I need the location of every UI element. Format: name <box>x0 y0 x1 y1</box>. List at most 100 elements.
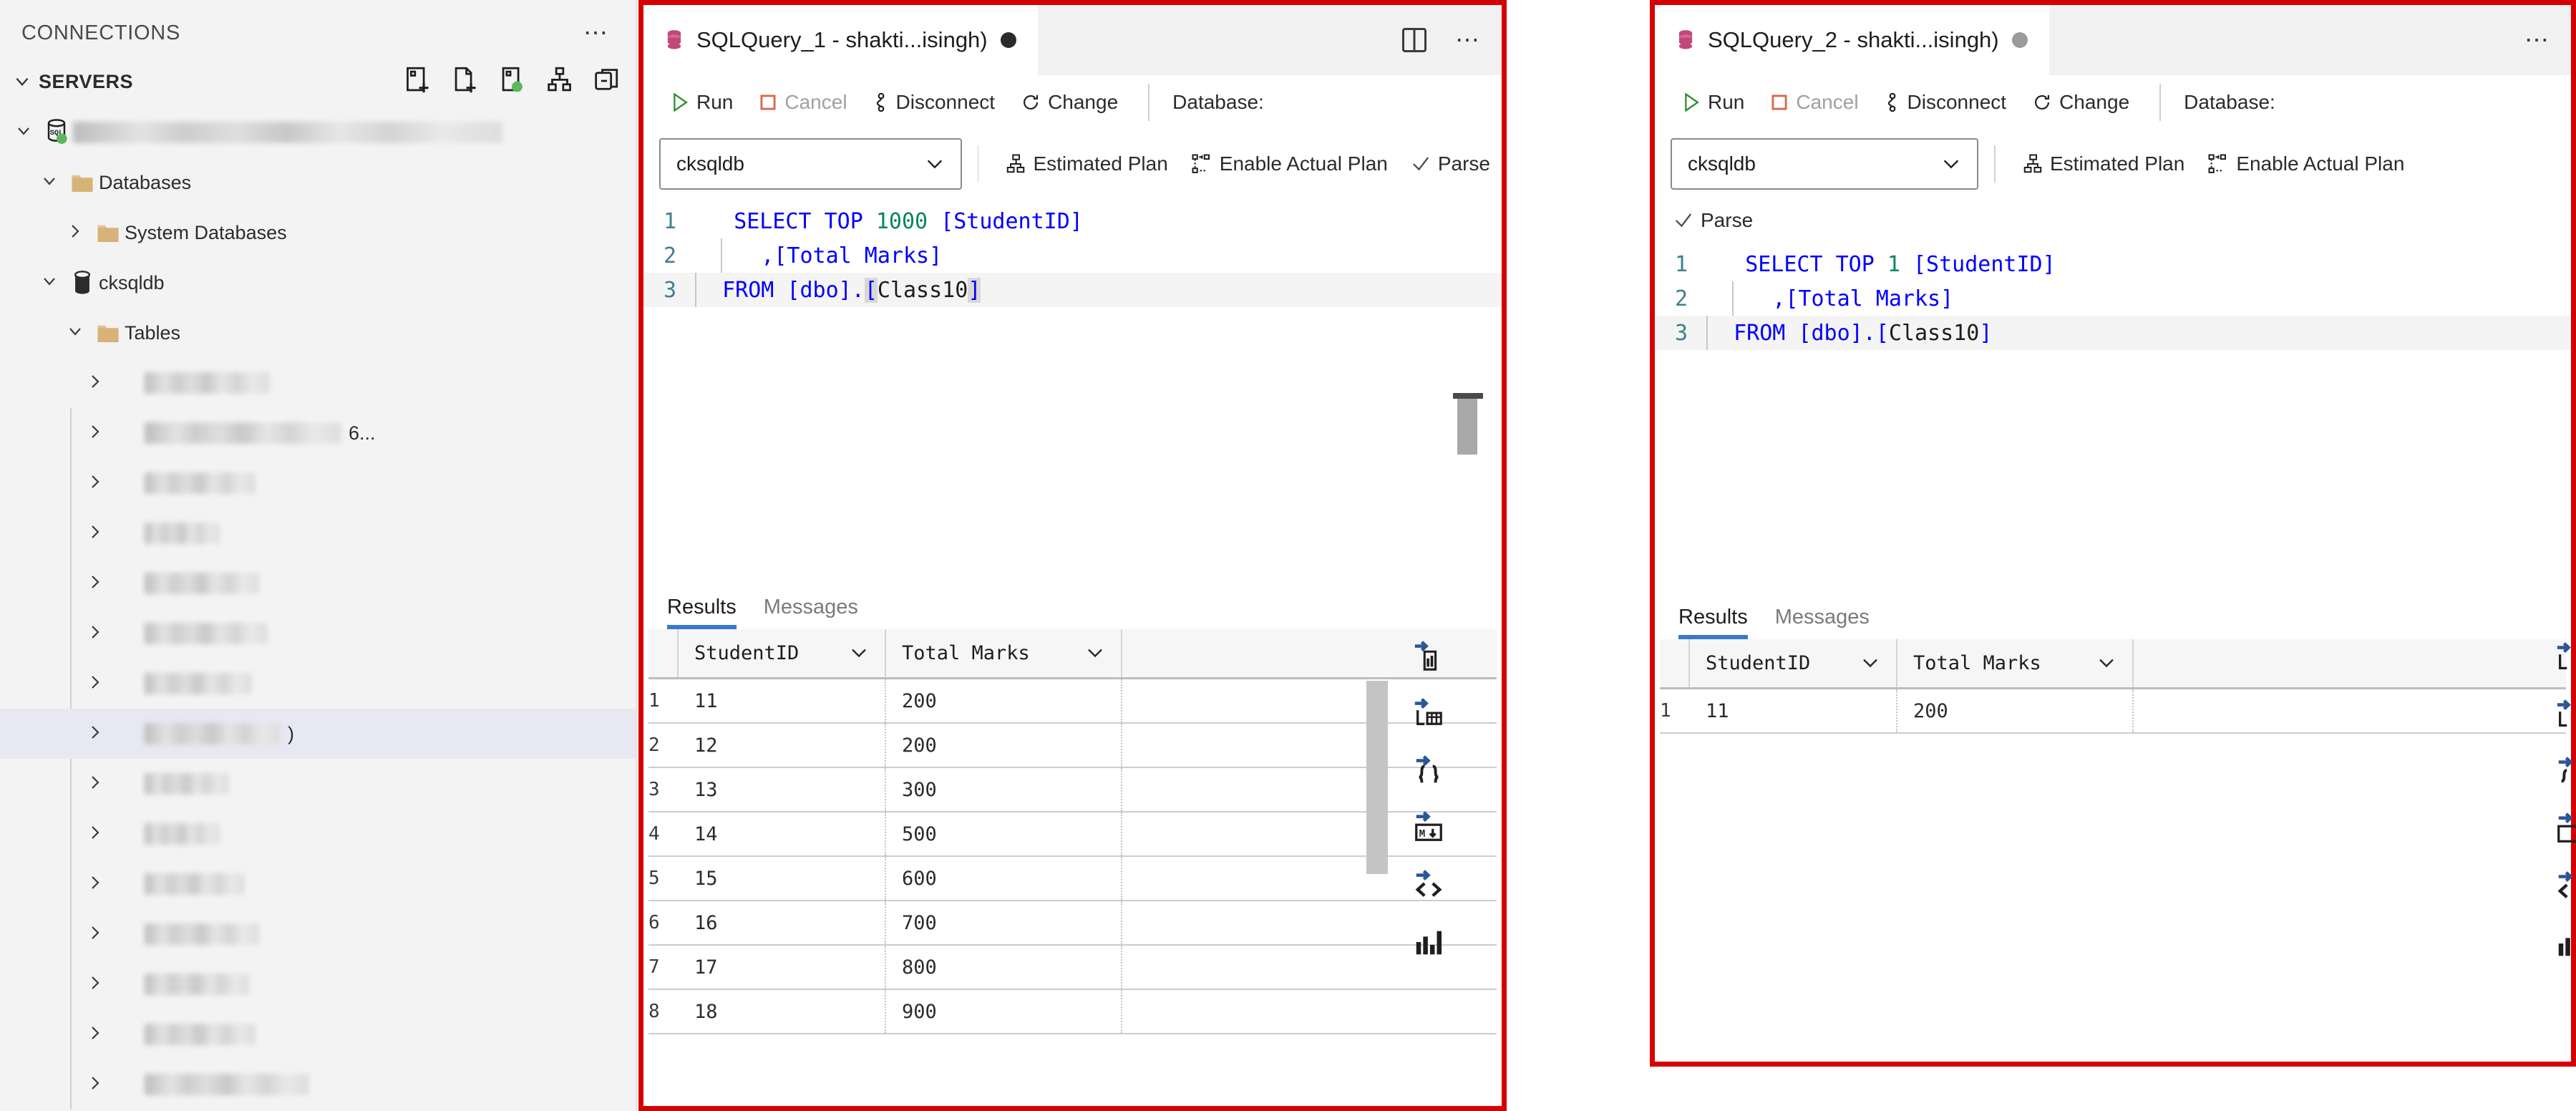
estimated-plan-button[interactable]: Estimated Plan <box>994 148 1179 180</box>
tab-messages[interactable]: Messages <box>1775 606 1870 639</box>
tab-messages[interactable]: Messages <box>764 596 858 629</box>
save-as-excel-icon[interactable] <box>2555 641 2576 674</box>
estimated-plan-button[interactable]: Estimated Plan <box>2011 148 2196 180</box>
collapse-all-icon[interactable] <box>593 66 621 96</box>
change-connection-button[interactable]: Change <box>1009 87 1129 118</box>
parse-button[interactable]: Parse <box>1673 205 1764 236</box>
tab-results[interactable]: Results <box>667 596 737 629</box>
table-cell[interactable]: 16 <box>679 901 886 944</box>
chevron-right-icon[interactable] <box>79 473 112 494</box>
chevron-right-icon[interactable] <box>79 624 112 644</box>
save-as-markdown-icon[interactable] <box>2555 812 2576 845</box>
tree-item-tables[interactable]: Tables <box>0 308 636 358</box>
column-header[interactable]: Total Marks <box>886 629 1122 677</box>
table-row[interactable]: 6 16 700 <box>648 901 1497 946</box>
tree-item[interactable] <box>0 859 636 909</box>
run-button[interactable]: Run <box>1671 87 1756 118</box>
ellipsis-icon[interactable]: ⋯ <box>583 21 610 45</box>
new-query-icon[interactable] <box>451 66 480 96</box>
tree-item[interactable] <box>0 358 636 408</box>
chevron-right-icon[interactable] <box>79 874 112 895</box>
tree-item[interactable] <box>0 959 636 1009</box>
chevron-down-icon[interactable] <box>849 643 869 664</box>
tab-sqlquery-1[interactable]: SQLQuery_1 - shakti...isingh) <box>643 5 1038 75</box>
database-dropdown[interactable]: cksqldb <box>659 138 962 190</box>
tree-item[interactable] <box>0 1059 636 1110</box>
table-cell[interactable]: 12 <box>679 724 886 767</box>
table-cell[interactable]: 300 <box>886 768 1122 811</box>
chevron-right-icon[interactable] <box>79 774 112 795</box>
chevron-down-icon[interactable] <box>33 173 66 193</box>
new-server-group-icon[interactable] <box>498 66 527 96</box>
column-header[interactable]: Total Marks <box>1897 639 2134 687</box>
save-as-xml-icon[interactable] <box>1412 868 1445 901</box>
column-header[interactable]: StudentID <box>679 629 886 677</box>
chevron-down-icon[interactable] <box>1085 643 1105 664</box>
save-as-xml-icon[interactable] <box>2555 870 2576 903</box>
chevron-right-icon[interactable] <box>79 724 112 744</box>
run-button[interactable]: Run <box>659 87 744 118</box>
save-as-csv-icon[interactable] <box>1412 697 1445 729</box>
save-as-json-icon[interactable] <box>2555 755 2576 788</box>
tree-item[interactable]: 6... <box>0 408 636 458</box>
parse-button[interactable]: Parse <box>1399 148 1502 180</box>
table-row[interactable]: 7 17 800 <box>648 946 1497 990</box>
table-cell[interactable]: 200 <box>886 724 1122 767</box>
cancel-button[interactable]: Cancel <box>1759 87 1870 118</box>
chevron-right-icon[interactable] <box>79 423 112 444</box>
disconnect-button[interactable]: Disconnect <box>1873 87 2018 118</box>
chevron-right-icon[interactable] <box>79 523 112 544</box>
save-as-markdown-icon[interactable]: M <box>1412 811 1445 844</box>
panel2-sql-editor[interactable]: 1 SELECT TOP 1 [StudentID] 2 ,[Total Mar… <box>1655 243 2571 543</box>
tree-item[interactable] <box>0 558 636 608</box>
save-as-csv-icon[interactable] <box>2555 698 2576 731</box>
tree-item[interactable] <box>0 759 636 809</box>
table-cell[interactable]: 700 <box>886 901 1122 944</box>
tree-item[interactable] <box>0 458 636 508</box>
scrollbar-thumb[interactable] <box>1457 399 1477 455</box>
ellipsis-icon[interactable]: ⋯ <box>1455 28 1482 52</box>
chevron-right-icon[interactable] <box>59 223 92 243</box>
chevron-right-icon[interactable] <box>79 924 112 945</box>
tab-sqlquery-2[interactable]: SQLQuery_2 - shakti...isingh) <box>1655 5 2049 75</box>
editor-scrollbar[interactable] <box>1453 198 1483 556</box>
save-as-json-icon[interactable] <box>1412 754 1445 787</box>
tree-item[interactable]: SQL <box>0 107 636 157</box>
chevron-down-icon[interactable] <box>33 273 66 293</box>
new-connection-icon[interactable] <box>404 66 432 96</box>
disconnect-button[interactable]: Disconnect <box>862 87 1007 118</box>
panel2-results-grid[interactable]: StudentID Total Marks 1 11 200 <box>1660 639 2566 734</box>
table-cell[interactable]: 500 <box>886 812 1122 855</box>
save-as-excel-icon[interactable] <box>1412 639 1445 672</box>
tree-item-databases[interactable]: Databases <box>0 157 636 208</box>
ellipsis-icon[interactable]: ⋯ <box>2524 28 2551 52</box>
table-cell[interactable]: 11 <box>679 679 886 722</box>
chevron-down-icon[interactable] <box>59 323 92 344</box>
unsaved-indicator[interactable] <box>1000 32 1016 48</box>
table-cell[interactable]: 13 <box>679 768 886 811</box>
results-scrollbar[interactable] <box>1366 681 1388 874</box>
table-row[interactable]: 1 11 200 <box>1660 689 2566 734</box>
chevron-right-icon[interactable] <box>79 824 112 845</box>
tab-results[interactable]: Results <box>1678 606 1748 639</box>
change-connection-button[interactable]: Change <box>2021 87 2141 118</box>
chevron-right-icon[interactable] <box>79 573 112 594</box>
view-as-chart-icon[interactable] <box>2555 927 2576 960</box>
servers-section-header[interactable]: SERVERS <box>0 56 636 107</box>
table-cell[interactable]: 14 <box>679 812 886 855</box>
enable-actual-plan-button[interactable]: Enable Actual Plan <box>2196 148 2416 180</box>
chevron-right-icon[interactable] <box>79 674 112 694</box>
chevron-down-icon[interactable] <box>7 122 40 143</box>
split-editor-icon[interactable] <box>1402 28 1426 52</box>
tree-item-cksqldb[interactable]: cksqldb <box>0 258 636 308</box>
table-cell[interactable]: 18 <box>679 990 886 1033</box>
tree-item-system-databases[interactable]: System Databases <box>0 208 636 258</box>
table-row[interactable]: 8 18 900 <box>648 990 1497 1034</box>
database-dropdown[interactable]: cksqldb <box>1671 138 1978 190</box>
enable-actual-plan-button[interactable]: Enable Actual Plan <box>1180 148 1399 180</box>
view-as-chart-icon[interactable] <box>1412 926 1445 959</box>
chevron-down-icon[interactable] <box>2096 653 2116 674</box>
table-cell[interactable]: 200 <box>1897 689 2134 732</box>
tree-item[interactable]: ) <box>0 709 636 759</box>
table-cell[interactable]: 900 <box>886 990 1122 1033</box>
